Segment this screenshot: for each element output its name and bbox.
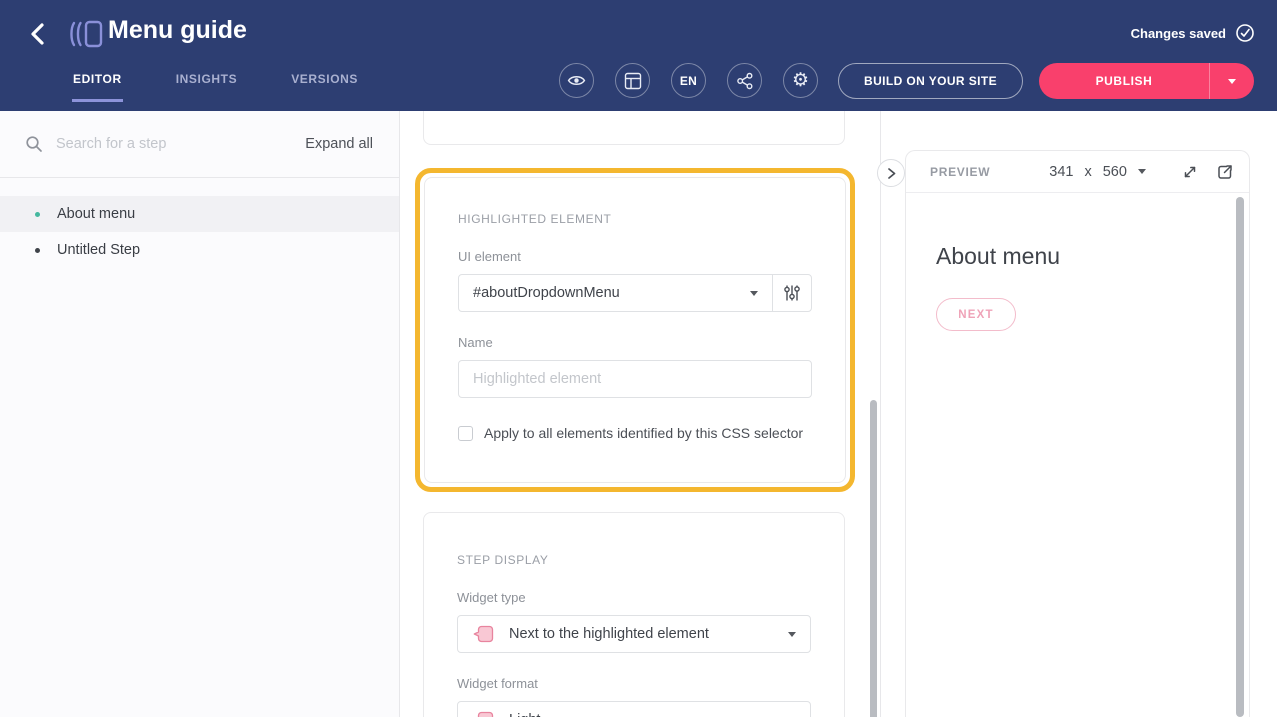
- external-link-icon: [1216, 163, 1234, 181]
- top-navigation-bar: Menu guide Changes saved EDITOR INSIGHTS…: [0, 0, 1277, 111]
- apply-to-all-checkbox[interactable]: [458, 426, 473, 441]
- tab-insights[interactable]: INSIGHTS: [175, 69, 238, 102]
- collapse-preview-button[interactable]: [877, 159, 905, 187]
- editor-scrollbar[interactable]: [870, 400, 877, 717]
- toolbar-icons: EN ⚙: [559, 63, 818, 98]
- previous-settings-card-partial: [423, 111, 845, 145]
- section-title: STEP DISPLAY: [457, 553, 811, 567]
- apply-to-all-row: Apply to all elements identified by this…: [458, 425, 812, 441]
- app-window: Menu guide Changes saved EDITOR INSIGHTS…: [0, 0, 1277, 717]
- step-item-about-menu[interactable]: About menu: [0, 196, 399, 232]
- name-label: Name: [458, 335, 812, 350]
- preview-eye-button[interactable]: [559, 63, 594, 98]
- step-settings-panel: HIGHLIGHTED ELEMENT UI element #aboutDro…: [400, 111, 881, 717]
- step-item-untitled-step[interactable]: Untitled Step: [0, 232, 399, 268]
- step-label: About menu: [57, 206, 135, 222]
- widget-type-select[interactable]: Next to the highlighted element: [457, 615, 811, 653]
- save-status-text: Changes saved: [1131, 26, 1226, 41]
- step-list: About menu Untitled Step: [0, 178, 399, 268]
- apply-to-all-label: Apply to all elements identified by this…: [484, 425, 803, 441]
- step-search-row: Expand all: [0, 111, 399, 178]
- search-icon: [25, 135, 43, 153]
- layout-button[interactable]: [615, 63, 650, 98]
- preview-width-value: 341: [1049, 164, 1073, 180]
- eye-icon: [567, 71, 586, 90]
- ui-element-value: #aboutDropdownMenu: [473, 285, 620, 301]
- publish-button[interactable]: PUBLISH: [1039, 63, 1209, 99]
- widget-format-value: Light: [509, 712, 540, 717]
- expand-preview-button[interactable]: [1181, 163, 1199, 181]
- step-status-dot: [35, 212, 40, 217]
- widget-type-value: Next to the highlighted element: [509, 626, 709, 642]
- preview-step-heading: About menu: [936, 243, 1249, 270]
- expand-arrows-icon: [1181, 163, 1199, 181]
- widget-type-label: Widget type: [457, 590, 811, 605]
- preview-next-button[interactable]: NEXT: [936, 298, 1016, 331]
- ui-element-select[interactable]: #aboutDropdownMenu: [459, 275, 772, 311]
- step-label: Untitled Step: [57, 242, 140, 258]
- widget-format-label: Widget format: [457, 676, 811, 691]
- chevron-down-icon: [1228, 79, 1236, 84]
- element-name-input[interactable]: [458, 360, 812, 398]
- layout-icon: [624, 72, 642, 90]
- ui-element-select-group: #aboutDropdownMenu: [458, 274, 812, 312]
- preview-title: PREVIEW: [930, 165, 990, 179]
- section-title: HIGHLIGHTED ELEMENT: [458, 212, 812, 226]
- chevron-down-icon: [788, 632, 796, 637]
- chevron-right-icon: [886, 167, 897, 180]
- build-on-your-site-button[interactable]: BUILD ON YOUR SITE: [838, 63, 1023, 99]
- preview-panel: PREVIEW 341 x 560 About menu NEXT: [905, 150, 1250, 717]
- search-input[interactable]: [54, 135, 305, 153]
- gear-icon: ⚙: [792, 71, 809, 90]
- tooltip-bubble-icon: [472, 709, 494, 717]
- preview-size-separator: x: [1084, 164, 1091, 180]
- share-icon: [736, 72, 754, 90]
- selector-settings-button[interactable]: [772, 275, 811, 311]
- tab-versions[interactable]: VERSIONS: [290, 69, 359, 102]
- preview-region: PREVIEW 341 x 560 About menu NEXT: [881, 111, 1277, 717]
- open-in-new-window-button[interactable]: [1216, 163, 1234, 181]
- ui-element-label: UI element: [458, 249, 812, 264]
- step-display-card: STEP DISPLAY Widget type Next to the hig…: [423, 512, 845, 717]
- steps-sidebar: Expand all About menu Untitled Step: [0, 111, 400, 717]
- preview-size-select[interactable]: 341 x 560: [1049, 164, 1146, 180]
- check-circle-icon: [1235, 23, 1255, 43]
- preview-header: PREVIEW 341 x 560: [906, 151, 1249, 193]
- preview-header-icons: [1181, 163, 1234, 181]
- preview-scrollbar[interactable]: [1236, 197, 1244, 717]
- tab-editor[interactable]: EDITOR: [72, 69, 123, 102]
- settings-button[interactable]: ⚙: [783, 63, 818, 98]
- guide-type-icon: [68, 17, 104, 51]
- chevron-down-icon: [750, 291, 758, 296]
- expand-all-link[interactable]: Expand all: [305, 136, 373, 152]
- widget-format-select[interactable]: Light: [457, 701, 811, 717]
- chevron-down-icon: [1138, 169, 1146, 174]
- page-title: Menu guide: [108, 16, 247, 45]
- share-button[interactable]: [727, 63, 762, 98]
- publish-dropdown-button[interactable]: [1209, 63, 1254, 99]
- step-status-dot: [35, 248, 40, 253]
- language-button[interactable]: EN: [671, 63, 706, 98]
- highlighted-element-card: HIGHLIGHTED ELEMENT UI element #aboutDro…: [424, 177, 846, 483]
- language-label: EN: [680, 74, 697, 88]
- chevron-left-icon: [28, 22, 48, 46]
- sliders-icon: [783, 284, 801, 302]
- publish-split-button: PUBLISH: [1039, 63, 1254, 99]
- tooltip-bubble-icon: [472, 623, 494, 645]
- highlighted-element-card-highlight-ring: HIGHLIGHTED ELEMENT UI element #aboutDro…: [415, 168, 855, 492]
- save-status: Changes saved: [1131, 23, 1255, 43]
- editor-tabs: EDITOR INSIGHTS VERSIONS: [72, 69, 359, 102]
- preview-height-value: 560: [1103, 164, 1127, 180]
- back-button[interactable]: [24, 20, 52, 48]
